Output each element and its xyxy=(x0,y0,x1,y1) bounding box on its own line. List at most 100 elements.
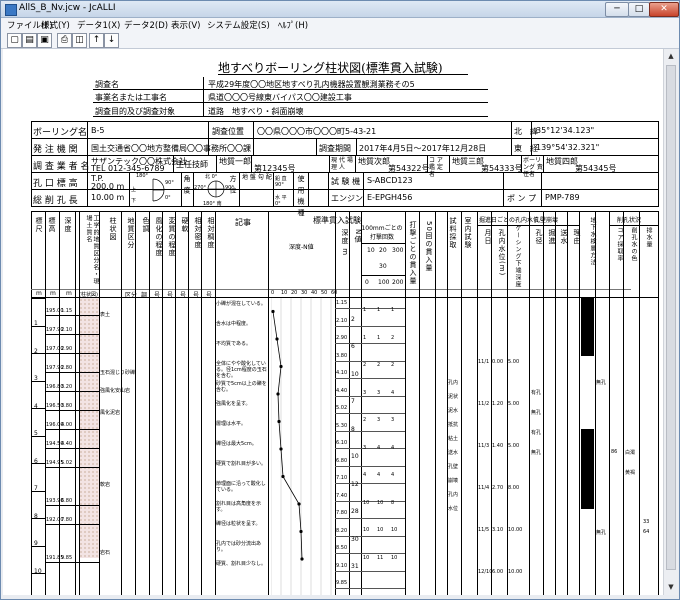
column-divider xyxy=(188,211,189,595)
mud-tag: 泥水 xyxy=(448,408,459,414)
blow-count: 3 xyxy=(377,389,381,396)
spt-depth-number: 9.10 xyxy=(336,562,348,569)
column-divider xyxy=(555,211,556,595)
spt-depth-number: 7.40 xyxy=(336,492,348,499)
menu-help[interactable]: ﾍﾙﾌﾟ(H) xyxy=(278,19,308,31)
blow-count: 2 xyxy=(377,362,381,368)
column-divider xyxy=(201,211,202,595)
core-no: 第54333号 xyxy=(481,164,523,173)
blow-count: 4 xyxy=(363,472,367,478)
minimize-button[interactable]: ─ xyxy=(605,2,629,17)
col-note-header: 記事 xyxy=(235,218,251,227)
obs-black-bar-2 xyxy=(581,429,594,509)
spt-row-line xyxy=(335,343,405,344)
note-text: 割れ目は高角度を示す。 xyxy=(216,501,262,513)
save-icon[interactable]: ▣ xyxy=(37,33,52,48)
mud-level: 2.70 xyxy=(492,485,504,491)
blow-count: 4 xyxy=(377,472,381,478)
soil-label: 風化泥岩 xyxy=(100,410,121,416)
column-divider xyxy=(639,211,640,595)
mud-date: 12/10 xyxy=(478,569,493,575)
depth-value: 3.80 xyxy=(61,403,73,409)
blow-count: 3 xyxy=(391,417,395,423)
scale-number: 9 xyxy=(34,540,38,547)
menu-format[interactable]: 様式(Y) xyxy=(41,19,70,31)
layer-boundary xyxy=(45,315,99,316)
maximize-button[interactable]: □ xyxy=(628,2,650,17)
title-bar[interactable]: AllS_B_Nv.jcw - JcALLI ─ □ ✕ xyxy=(1,1,679,18)
n-value: 2 xyxy=(351,315,355,323)
note-text: 礫径は粒状を呈す。 xyxy=(216,521,261,527)
down-arrow-icon[interactable]: ↓ xyxy=(104,33,119,48)
spt-depth-number: 9.85 xyxy=(336,580,348,586)
n-value-point xyxy=(299,529,303,534)
mud-level: 0.00 xyxy=(492,359,504,365)
print-icon[interactable]: ⎙ xyxy=(57,33,72,48)
scale-number: 3 xyxy=(34,375,38,382)
blow-count: 10 xyxy=(363,527,370,533)
menu-view[interactable]: 表示(V) xyxy=(171,19,200,31)
spt-header: 標準貫入試験 xyxy=(313,216,361,225)
graph-tick: 30 xyxy=(301,290,308,296)
column-divider xyxy=(99,211,100,595)
scroll-up-icon[interactable]: ▲ xyxy=(665,50,677,62)
column-divider xyxy=(162,211,163,595)
scale-number: 5 xyxy=(34,430,38,437)
scroll-thumb[interactable] xyxy=(666,65,676,570)
note-text: 全体にやや酸化している。径1cm程度の玉石を含む。 xyxy=(216,361,267,379)
menu-system-settings[interactable]: システム設定(S) xyxy=(207,19,270,31)
blow-count: 11 xyxy=(377,554,384,561)
vertical-scrollbar[interactable]: ▲ ▼ xyxy=(663,49,678,595)
blow-count: 4 xyxy=(391,472,395,478)
ground-header: 削孔状況 xyxy=(617,217,642,224)
menu-data2[interactable]: データ2(D) xyxy=(124,19,168,31)
obs-mark: 無孔 xyxy=(596,380,607,386)
note-text: 含水は中程度。 xyxy=(216,321,252,327)
up-arrow-icon[interactable]: ↑ xyxy=(89,33,104,48)
column-divider xyxy=(79,211,80,595)
spt-50-header: 50回の貫入量 xyxy=(425,221,433,272)
spt-blows-header: 100mmごとの打撃回数 xyxy=(361,225,403,241)
boring-chief-value: 地質四郎 xyxy=(546,157,578,166)
column-divider xyxy=(447,211,448,595)
spt-interval-30: 30 xyxy=(379,263,387,270)
menu-data1[interactable]: データ1(X) xyxy=(77,19,120,31)
depth-value: 6.80 xyxy=(61,498,73,504)
spt-row-line xyxy=(335,308,405,309)
mud-casing: 10.00 xyxy=(508,569,523,575)
spt-depth-number: 7.10 xyxy=(336,475,348,481)
n-value-point xyxy=(297,502,301,506)
scroll-down-icon[interactable]: ▼ xyxy=(665,581,677,593)
log-table xyxy=(31,211,659,595)
col-depth-header: 深度 xyxy=(64,217,72,233)
blow-count: 10 xyxy=(363,554,370,561)
print-preview-icon[interactable]: ◫ xyxy=(72,33,87,48)
spt-row-line xyxy=(335,430,405,432)
spt-depth-header: 深度 m xyxy=(341,229,349,257)
spt-depth-number: 7.80 xyxy=(336,510,348,516)
scale-number: 1 xyxy=(34,320,38,327)
core-value: 地質三郎 xyxy=(452,157,484,166)
n-value-graph xyxy=(271,298,332,595)
header-divider xyxy=(477,225,529,226)
mud-tag: 粘土 xyxy=(448,436,459,442)
close-button[interactable]: ✕ xyxy=(649,2,679,17)
column-divider xyxy=(419,211,420,595)
depth-value: 2.90 xyxy=(61,346,73,352)
engine-label: エンジン xyxy=(331,194,363,203)
spt-depth-number: 5.02 xyxy=(336,405,348,411)
spt-depth-number: 8.50 xyxy=(336,545,348,551)
new-icon[interactable]: ▢ xyxy=(7,33,22,48)
n-value: 6 xyxy=(351,343,355,350)
open-icon[interactable]: ▤ xyxy=(22,33,37,48)
col-soil-header: 地質区分 xyxy=(127,217,135,249)
n-value-point xyxy=(279,447,283,451)
mud-date: 11/3 xyxy=(478,443,490,449)
blow-count: 10 xyxy=(391,554,398,561)
document-canvas[interactable]: 地すべりボーリング柱状図(標準貫入試験) 調査名 平成29年度〇〇地区地すべり孔… xyxy=(3,49,663,595)
scale-number: 2 xyxy=(34,347,38,355)
mud-date: 11/1 xyxy=(478,359,490,365)
column-divider xyxy=(149,211,150,595)
boring-name-label: ボーリング名 xyxy=(33,128,88,138)
ground-core-header: コア採取率 xyxy=(616,227,623,262)
